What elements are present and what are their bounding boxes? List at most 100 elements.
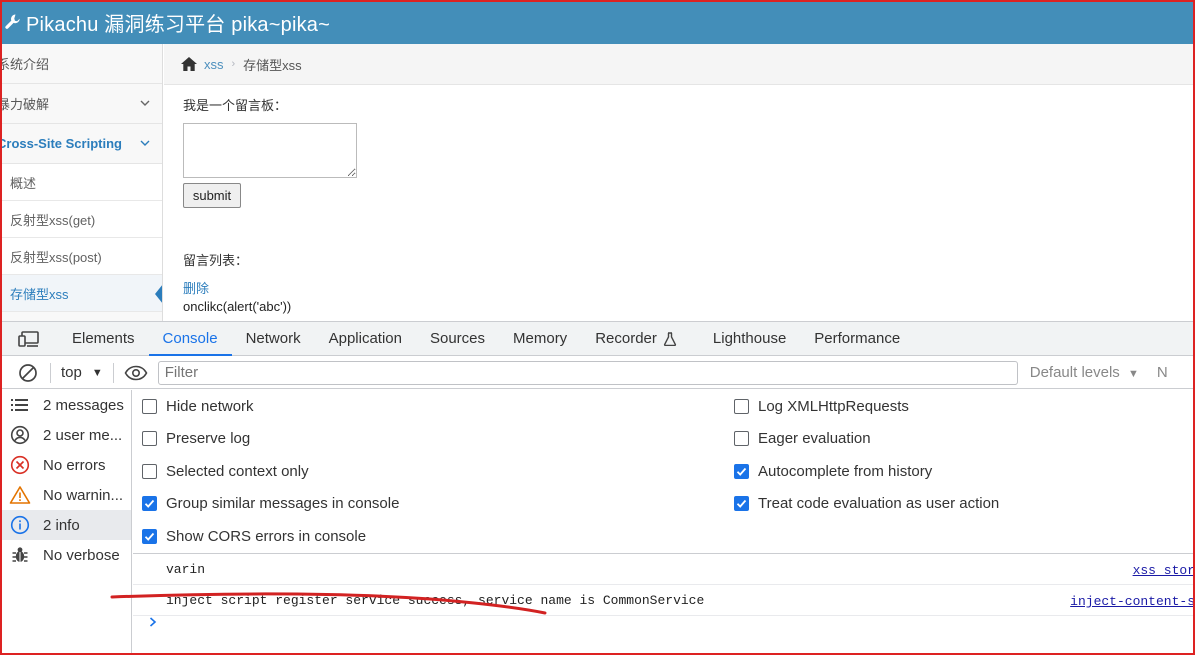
sidebar-subitem-overview[interactable]: 概述: [0, 164, 162, 201]
checkbox[interactable]: [142, 529, 157, 544]
setting-group-similar[interactable]: Group similar messages in console: [142, 495, 399, 512]
sidebar-filter-label: No errors: [43, 456, 106, 474]
tab-label: Console: [162, 330, 218, 347]
checkbox[interactable]: [142, 496, 157, 511]
submit-button[interactable]: submit: [183, 183, 241, 208]
checkbox[interactable]: [142, 399, 157, 414]
setting-label: Eager evaluation: [758, 430, 871, 447]
tab-elements[interactable]: Elements: [58, 322, 149, 355]
checkbox[interactable]: [734, 496, 749, 511]
sidebar-messages[interactable]: 2 messages: [0, 390, 131, 420]
breadcrumb: xss › 存储型xss: [164, 44, 1195, 85]
console-messages: varin xss_stor inject script register se…: [133, 554, 1195, 655]
checkbox[interactable]: [734, 399, 749, 414]
checkbox[interactable]: [142, 431, 157, 446]
list-icon: [9, 394, 31, 416]
toolbar-overflow-text: N: [1156, 364, 1168, 381]
toolbar-divider: [112, 362, 114, 383]
checkbox[interactable]: [734, 431, 749, 446]
sidebar-verbose[interactable]: No verbose: [0, 540, 131, 570]
breadcrumb-separator-icon: ›: [231, 58, 236, 70]
setting-preserve-log[interactable]: Preserve log: [142, 430, 250, 447]
setting-label: Group similar messages in console: [166, 495, 400, 512]
tab-label: Application: [328, 330, 402, 347]
sidebar-subitem-label: 反射型xss(post): [10, 249, 102, 265]
sidebar-subitem-label: 存储型xss: [10, 286, 69, 302]
device-toggle-button[interactable]: [0, 322, 58, 355]
console-message-source-link[interactable]: xss_stor: [1133, 563, 1195, 578]
sidebar-subitem-reflected-get[interactable]: 反射型xss(get): [0, 201, 162, 238]
checkmark-icon: [736, 467, 747, 476]
sidebar-subitem-stored[interactable]: 存储型xss: [0, 275, 162, 312]
sidebar: 系统介绍 暴力破解 Cross-Site Scripting 概述 反射型xss…: [0, 44, 163, 322]
sidebar-item-label: 暴力破解: [0, 97, 50, 112]
page-content: 我是一个留言板： submit 留言列表： 删除 onclikc(alert('…: [183, 85, 1083, 321]
context-label: top: [61, 364, 82, 381]
setting-hide-network[interactable]: Hide network: [142, 398, 254, 415]
sidebar-item-xss[interactable]: Cross-Site Scripting: [0, 124, 162, 164]
setting-label: Preserve log: [166, 430, 251, 447]
sidebar-filter-label: No warnin...: [43, 486, 124, 504]
tab-console[interactable]: Console: [148, 322, 232, 356]
console-message-text: varin: [166, 561, 206, 577]
breadcrumb-link-xss[interactable]: xss: [204, 57, 224, 72]
tab-recorder[interactable]: Recorder: [581, 322, 691, 355]
sidebar-subitem-reflected-post[interactable]: 反射型xss(post): [0, 238, 162, 275]
log-levels-dropdown[interactable]: Default levels ▼: [1030, 364, 1139, 381]
sidebar-subitem-label: 反射型xss(get): [10, 212, 96, 228]
setting-show-cors-errors[interactable]: Show CORS errors in console: [142, 528, 366, 545]
sidebar-item-system-intro[interactable]: 系统介绍: [0, 44, 162, 84]
bug-icon: [9, 544, 31, 566]
chevron-down-icon: [140, 140, 150, 146]
live-expression-button[interactable]: [124, 363, 148, 383]
devtools-tab-bar: Elements Console Network Application Sou…: [0, 322, 1195, 356]
filter-input[interactable]: [157, 360, 1018, 385]
context-selector[interactable]: top ▼: [61, 364, 103, 381]
checkmark-icon: [144, 532, 155, 541]
console-settings: Hide network Preserve log Selected conte…: [133, 390, 1195, 554]
dropdown-triangle-icon: ▼: [1127, 368, 1139, 380]
tab-label: Performance: [814, 330, 901, 347]
setting-selected-context-only[interactable]: Selected context only: [142, 463, 309, 480]
sidebar-errors[interactable]: No errors: [0, 450, 131, 480]
console-message-source-link[interactable]: inject-content-s: [1070, 594, 1195, 609]
toolbar-divider: [50, 362, 51, 383]
sidebar-warnings[interactable]: No warnin...: [0, 480, 131, 510]
checkbox[interactable]: [142, 464, 157, 479]
tab-lighthouse[interactable]: Lighthouse: [699, 322, 800, 355]
setting-treat-eval-user-action[interactable]: Treat code evaluation as user action: [734, 495, 999, 512]
setting-eager-evaluation[interactable]: Eager evaluation: [734, 430, 871, 447]
setting-autocomplete-history[interactable]: Autocomplete from history: [734, 463, 932, 480]
tab-label: Elements: [72, 330, 135, 347]
sidebar-info[interactable]: 2 info: [0, 510, 131, 540]
tab-memory[interactable]: Memory: [499, 322, 581, 355]
sidebar-user-messages[interactable]: 2 user me...: [0, 420, 131, 450]
tab-application[interactable]: Application: [315, 322, 416, 355]
setting-log-xhr[interactable]: Log XMLHttpRequests: [734, 398, 909, 415]
setting-label: Show CORS errors in console: [166, 528, 367, 545]
sidebar-filter-label: No verbose: [43, 546, 120, 564]
console-prompt-icon[interactable]: [147, 616, 159, 628]
tab-network[interactable]: Network: [232, 322, 315, 355]
info-icon: [9, 514, 31, 536]
checkbox[interactable]: [734, 464, 749, 479]
flask-icon: [663, 331, 676, 346]
sidebar-item-brute-force[interactable]: 暴力破解: [0, 84, 162, 124]
tab-performance[interactable]: Performance: [800, 322, 914, 355]
message-textarea[interactable]: [183, 123, 357, 178]
delete-link[interactable]: 删除: [183, 278, 209, 297]
app-title: Pikachu 漏洞练习平台 pika~pika~: [26, 13, 331, 36]
setting-label: Hide network: [166, 398, 254, 415]
device-toolbar-icon: [18, 330, 39, 347]
setting-label: Autocomplete from history: [758, 463, 933, 480]
tab-sources[interactable]: Sources: [416, 322, 499, 355]
home-icon[interactable]: [180, 56, 198, 72]
clear-console-button[interactable]: [16, 361, 40, 385]
clear-console-icon: [19, 363, 37, 382]
tab-label: Memory: [513, 330, 568, 347]
console-message-text: inject script register service success, …: [166, 592, 705, 608]
message-text: onclikc(alert('abc')): [183, 299, 292, 314]
app-header: Pikachu 漏洞练习平台 pika~pika~: [0, 0, 1195, 44]
sidebar-filter-label: 2 info: [43, 516, 80, 534]
devtools-panel: Elements Console Network Application Sou…: [0, 321, 1195, 655]
